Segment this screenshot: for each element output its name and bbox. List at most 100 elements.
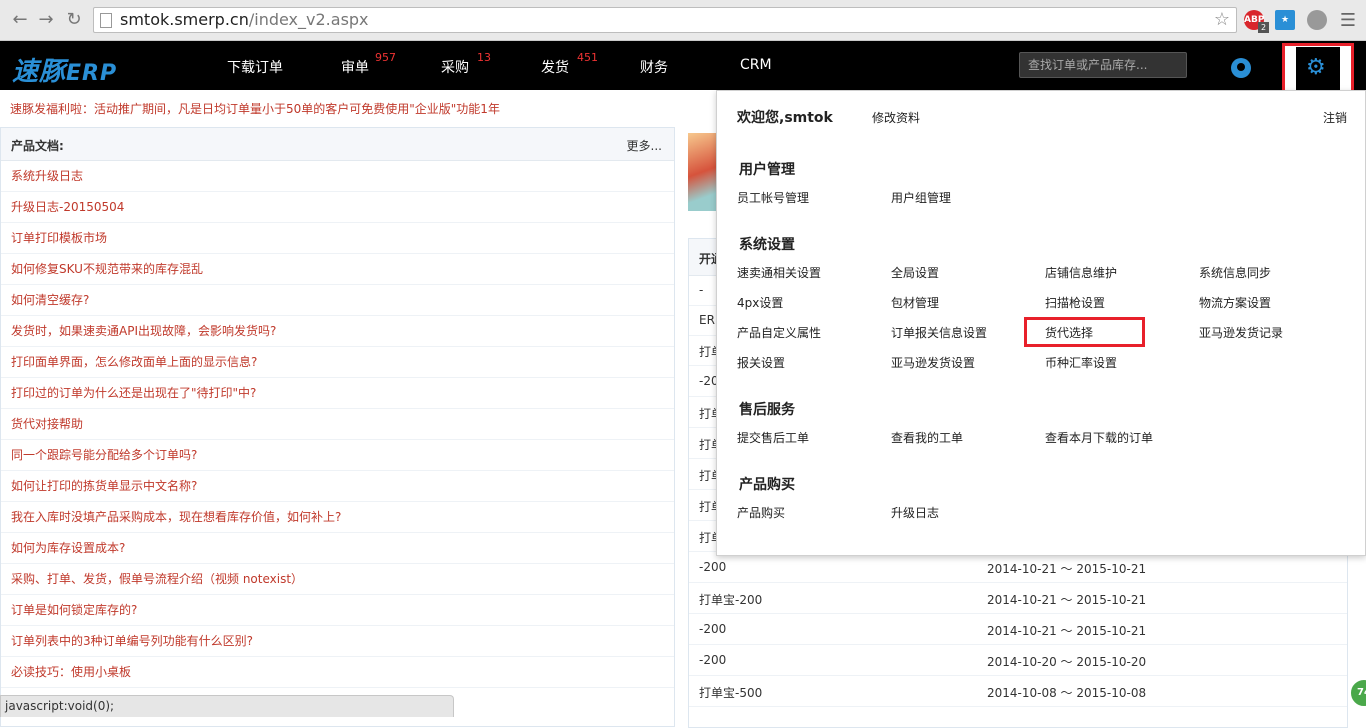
link-submit-ticket[interactable]: 提交售后工单	[737, 429, 809, 446]
section-title-user-management: 用户管理	[739, 162, 795, 178]
row-period: 2014-10-08 ～ 2015-10-08	[987, 686, 1147, 700]
page-icon	[100, 13, 112, 28]
bookmark-star-icon[interactable]: ☆	[1214, 9, 1230, 30]
nav-download-orders[interactable]: 下载订单	[227, 57, 283, 77]
link-monthly-orders[interactable]: 查看本月下载的订单	[1045, 429, 1153, 446]
list-item[interactable]: 打印过的订单为什么还是出现在了"待打印"中?	[1, 378, 674, 409]
nav-count-badge: 957	[375, 51, 396, 64]
address-bar[interactable]: smtok.smerp.cn/index_v2.aspx ☆	[93, 7, 1237, 33]
browser-menu-icon[interactable]: ☰	[1340, 10, 1356, 31]
extension-circle-icon[interactable]	[1307, 10, 1327, 30]
nav-label: 采购	[441, 60, 469, 76]
table-row: -200 2014-10-21 ～ 2015-10-21	[689, 552, 1347, 583]
nav-shipping[interactable]: 发货 451	[541, 51, 598, 77]
list-item[interactable]: 如何修复SKU不规范带来的库存混乱	[1, 254, 674, 285]
search-placeholder: 查找订单或产品库存...	[1028, 58, 1148, 72]
list-item[interactable]: 如何为库存设置成本?	[1, 533, 674, 564]
link-staff-accounts[interactable]: 员工帐号管理	[737, 189, 809, 206]
browser-toolbar: ← → ↻ smtok.smerp.cn/index_v2.aspx ☆ ABP…	[0, 0, 1366, 41]
link-my-tickets[interactable]: 查看我的工单	[891, 429, 963, 446]
link-currency-rates[interactable]: 币种汇率设置	[1045, 354, 1117, 371]
link-product-custom-attrs[interactable]: 产品自定义属性	[737, 324, 821, 341]
list-item[interactable]: 订单是如何锁定库存的?	[1, 595, 674, 626]
floating-badge[interactable]: 74	[1349, 678, 1366, 708]
link-global-settings[interactable]: 全局设置	[891, 264, 939, 281]
product-docs-panel: 产品文档: 更多... 系统升级日志 升级日志-20150504 订单打印模板市…	[0, 127, 675, 727]
list-item[interactable]: 系统升级日志	[1, 161, 674, 192]
nav-review[interactable]: 审单 957	[341, 51, 396, 77]
docs-title: 产品文档:	[11, 139, 64, 153]
link-aliexpress-settings[interactable]: 速卖通相关设置	[737, 264, 821, 281]
link-logistics-plan[interactable]: 物流方案设置	[1199, 294, 1271, 311]
settings-highlight[interactable]: ⚙	[1282, 43, 1354, 96]
section-title-system-settings: 系统设置	[739, 237, 795, 253]
list-item[interactable]: 如何让打印的拣货单显示中文名称?	[1, 471, 674, 502]
list-item[interactable]: 必读技巧：使用小桌板	[1, 657, 674, 688]
row-period: 2014-10-21 ～ 2015-10-21	[987, 562, 1147, 576]
list-item[interactable]: 升级日志-20150504	[1, 192, 674, 223]
reload-icon[interactable]: ↻	[62, 8, 86, 32]
promo-notice[interactable]: 速豚发福利啦：活动推广期间，凡是日均订单量小于50单的客户可免费使用"企业版"功…	[10, 100, 500, 117]
link-user-groups[interactable]: 用户组管理	[891, 189, 951, 206]
logo[interactable]: 速豚ERP	[12, 51, 117, 88]
table-row: -200 2014-10-20 ～ 2015-10-20	[689, 645, 1347, 676]
docs-more-link[interactable]: 更多...	[627, 137, 662, 154]
nav-label: 下载订单	[227, 60, 283, 76]
nav-finance[interactable]: 财务	[640, 57, 668, 77]
table-row: -200 2014-10-21 ～ 2015-10-21	[689, 614, 1347, 645]
row-period: 2014-10-21 ～ 2015-10-21	[987, 593, 1147, 607]
bookmark-ext-icon[interactable]: ★	[1275, 10, 1295, 30]
nav-count-badge: 451	[577, 51, 598, 64]
list-item[interactable]: 发货时，如果速卖通API出现故障，会影响发货吗?	[1, 316, 674, 347]
url-path: /index_v2.aspx	[248, 10, 369, 29]
link-product-purchase[interactable]: 产品购买	[737, 504, 785, 521]
list-item[interactable]: 采购、打单、发货，假单号流程介绍（视频 notexist）	[1, 564, 674, 595]
nav-crm[interactable]: CRM	[740, 57, 772, 73]
row-name: 打单宝-500	[699, 686, 763, 700]
list-item[interactable]: 货代对接帮助	[1, 409, 674, 440]
link-order-customs-info[interactable]: 订单报关信息设置	[891, 324, 987, 341]
search-input[interactable]: 查找订单或产品库存...	[1019, 52, 1187, 78]
list-item[interactable]: 订单列表中的3种订单编号列功能有什么区别?	[1, 626, 674, 657]
edit-profile-link[interactable]: 修改资料	[872, 109, 920, 126]
link-system-sync[interactable]: 系统信息同步	[1199, 264, 1271, 281]
url-text: smtok.smerp.cn/index_v2.aspx	[120, 10, 369, 29]
row-name: -200	[699, 622, 727, 636]
forward-icon[interactable]: →	[34, 8, 58, 32]
nav-label: 财务	[640, 60, 668, 76]
link-customs-settings[interactable]: 报关设置	[737, 354, 785, 371]
list-item[interactable]: 订单打印模板市场	[1, 223, 674, 254]
nav-purchase[interactable]: 采购 13	[441, 51, 491, 77]
nav-label: CRM	[740, 57, 772, 73]
promo-image[interactable]	[688, 133, 716, 211]
row-name: -	[699, 283, 704, 297]
settings-button[interactable]: ⚙	[1296, 47, 1340, 91]
welcome-text: 欢迎您,smtok	[737, 110, 833, 126]
table-row: 打单宝-200 2014-10-21 ～ 2015-10-21	[689, 583, 1347, 614]
link-packaging[interactable]: 包材管理	[891, 294, 939, 311]
table-row: 打单宝-500 2014-10-08 ～ 2015-10-08	[689, 676, 1347, 707]
logout-link[interactable]: 注销	[1323, 109, 1347, 126]
list-item[interactable]: 打印面单界面，怎么修改面单上面的显示信息?	[1, 347, 674, 378]
list-item[interactable]: 如何清空缓存?	[1, 285, 674, 316]
forwarder-select-highlight	[1024, 317, 1145, 347]
link-4px-settings[interactable]: 4px设置	[737, 294, 783, 311]
list-item[interactable]: 同一个跟踪号能分配给多个订单吗?	[1, 440, 674, 471]
link-shop-info[interactable]: 店铺信息维护	[1045, 264, 1117, 281]
back-icon[interactable]: ←	[8, 8, 32, 32]
nav-count-badge: 13	[477, 51, 491, 64]
url-host: smtok.smerp.cn	[120, 10, 249, 29]
link-amazon-shipping-log[interactable]: 亚马逊发货记录	[1199, 324, 1283, 341]
qq-icon[interactable]	[1231, 58, 1251, 78]
link-amazon-shipping-settings[interactable]: 亚马逊发货设置	[891, 354, 975, 371]
list-item[interactable]: 我在入库时没填产品采购成本，现在想看库存价值，如何补上?	[1, 502, 674, 533]
docs-header: 产品文档: 更多...	[1, 128, 674, 161]
adblock-count-badge: 2	[1258, 22, 1269, 33]
row-name: -200	[699, 653, 727, 667]
app-header: 速豚ERP 下载订单 审单 957 采购 13 发货 451 财务 CRM 查找订单或…	[0, 41, 1366, 90]
link-scanner-settings[interactable]: 扫描枪设置	[1045, 294, 1105, 311]
row-name: -200	[699, 560, 727, 574]
link-upgrade-log[interactable]: 升级日志	[891, 504, 939, 521]
nav-label: 发货	[541, 60, 569, 76]
section-title-purchase: 产品购买	[739, 477, 795, 493]
